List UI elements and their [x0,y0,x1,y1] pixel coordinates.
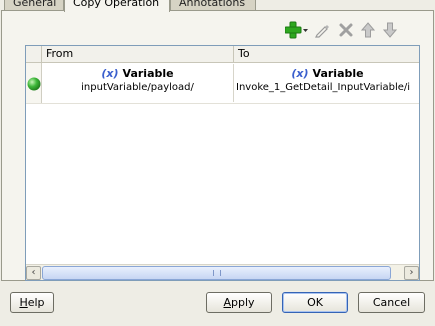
from-variable-path: inputVariable/payload/ [81,82,194,93]
apply-label-rest: pply [231,296,255,309]
help-button[interactable]: Help [10,292,54,313]
apply-button[interactable]: Apply [206,292,272,313]
delete-icon [339,23,353,37]
row-status-cell[interactable] [26,63,42,103]
cancel-button[interactable]: Cancel [358,292,425,313]
move-up-icon [361,22,375,38]
row-separator [26,103,419,104]
scroll-grip-icon [213,270,221,276]
help-label-rest: elp [27,296,45,309]
scroll-right-button[interactable]: › [404,266,419,280]
apply-mnemonic: A [223,296,231,309]
add-button[interactable] [284,20,310,40]
copy-operation-panel: From To (x) Variable inputVariable/payloa… [1,10,434,281]
scroll-thumb[interactable] [42,266,391,280]
toolbar [2,20,433,44]
column-header-from[interactable]: From [42,46,234,63]
table-header: From To [26,46,419,63]
tab-copy-operation[interactable]: Copy Operation [64,0,170,12]
edit-button[interactable] [312,20,332,40]
pencil-icon [315,25,329,38]
move-up-button[interactable] [358,20,378,40]
add-icon [285,21,308,39]
row-header-corner [26,46,42,63]
from-variable-type: Variable [122,67,174,80]
delete-button[interactable] [336,20,356,40]
column-header-to[interactable]: To [234,46,419,63]
variable-symbol-icon: (x) [291,67,309,80]
scroll-left-button[interactable]: ‹ [26,266,41,280]
table-row-from-cell[interactable]: (x) Variable inputVariable/payload/ [42,64,234,102]
help-mnemonic: H [19,296,28,309]
table-row-to-cell[interactable]: (x) Variable Invoke_1_GetDetail_InputVari… [234,64,419,102]
to-variable-heading: (x) Variable [234,67,419,80]
from-variable-heading: (x) Variable [42,67,233,80]
to-variable-type: Variable [312,67,364,80]
horizontal-scrollbar[interactable]: ‹ › [26,264,419,280]
ok-button[interactable]: OK [282,292,348,313]
move-down-button[interactable] [380,20,400,40]
move-down-icon [383,22,397,38]
status-ok-icon [27,77,41,91]
variable-symbol-icon: (x) [101,67,119,80]
copy-rules-table: From To (x) Variable inputVariable/payloa… [25,45,420,281]
to-variable-path: Invoke_1_GetDetail_InputVariable/i [236,82,411,93]
